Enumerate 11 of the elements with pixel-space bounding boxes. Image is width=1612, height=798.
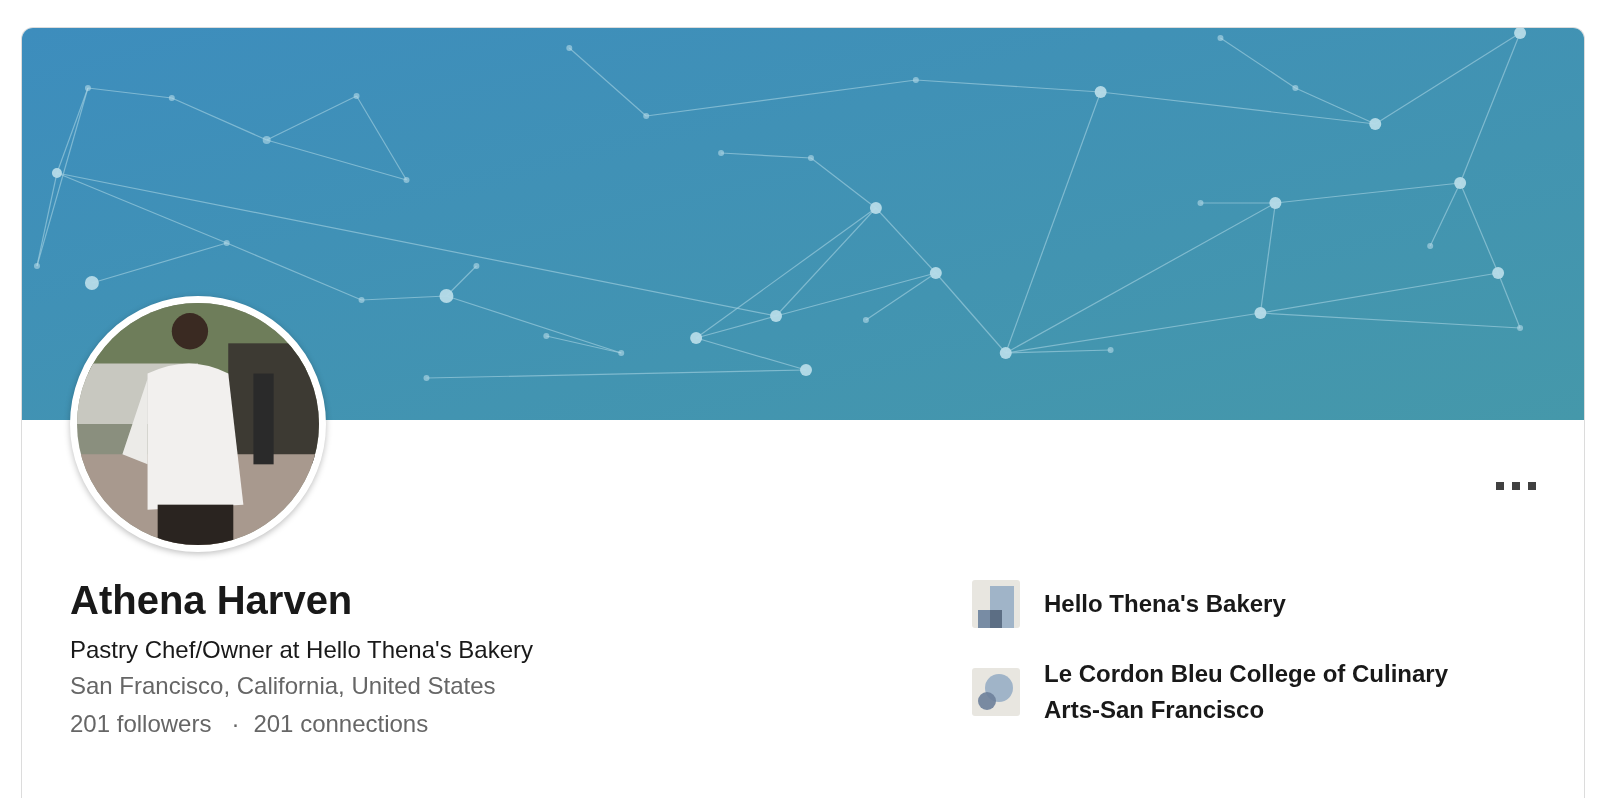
organization-link[interactable]: Hello Thena's Bakery: [1044, 586, 1286, 622]
school-logo-icon: [972, 668, 1020, 716]
profile-location: San Francisco, California, United States: [70, 671, 497, 701]
profile-headline: Pastry Chef/Owner at Hello Thena's Bakery: [70, 635, 534, 665]
organization-link[interactable]: Le Cordon Bleu College of Culinary Arts-San Francisco: [1044, 656, 1484, 728]
followers-count: 201 followers: [70, 709, 212, 739]
connections-count: 201 connections: [253, 709, 429, 739]
profile-name: Athena Harven: [70, 577, 354, 624]
company-logo-icon: [972, 580, 1020, 628]
separator-dot: ·: [230, 709, 241, 739]
more-icon: [1496, 482, 1536, 490]
